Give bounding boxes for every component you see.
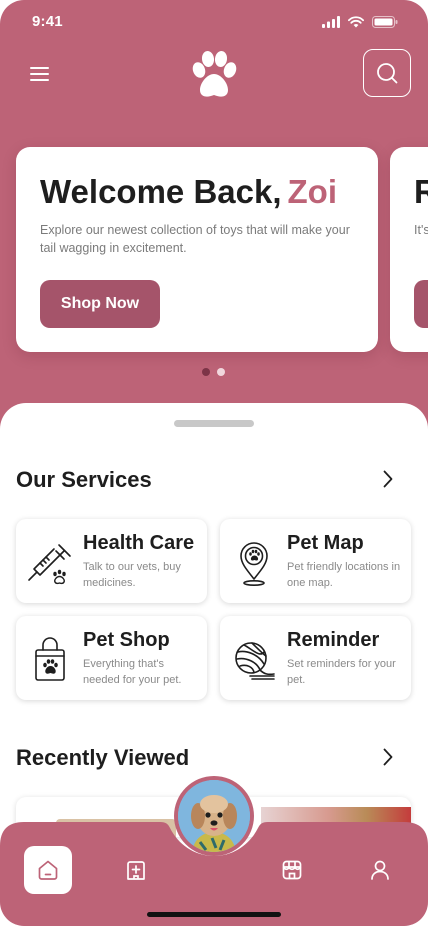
nav-shop[interactable] bbox=[268, 846, 316, 894]
services-section-title: Our Services bbox=[16, 467, 152, 492]
card-description-partial: It's su bbox=[414, 223, 428, 237]
wifi-icon bbox=[348, 16, 364, 28]
user-icon bbox=[371, 860, 389, 880]
chevron-right-icon bbox=[383, 748, 393, 766]
carousel-dot[interactable] bbox=[217, 368, 225, 376]
service-card-pet-shop[interactable]: Pet Shop Everything that's needed for yo… bbox=[16, 616, 207, 700]
status-time: 9:41 bbox=[32, 13, 63, 30]
yarn-ball-icon bbox=[235, 642, 275, 680]
map-pin-paw-icon bbox=[240, 542, 268, 586]
welcome-text: Welcome Back, bbox=[40, 173, 282, 210]
search-button[interactable] bbox=[363, 49, 411, 97]
shop-now-button[interactable]: Shop Now bbox=[40, 280, 160, 328]
hamburger-menu-icon bbox=[30, 67, 49, 81]
store-icon bbox=[282, 860, 302, 880]
search-icon bbox=[377, 63, 398, 84]
service-card-health-care[interactable]: Health Care Talk to our vets, buy medici… bbox=[16, 519, 207, 603]
shopping-bag-paw-icon bbox=[35, 637, 65, 681]
card-description: Explore our newest collection of toys th… bbox=[40, 223, 350, 255]
nav-home[interactable] bbox=[24, 846, 72, 894]
carousel-indicator bbox=[202, 368, 225, 376]
card-title: Welcome Back, Zoi bbox=[40, 173, 337, 211]
service-title: Pet Shop bbox=[83, 629, 170, 651]
home-icon bbox=[38, 860, 58, 880]
sheet-drag-handle[interactable] bbox=[174, 420, 254, 427]
service-description: Set reminders for your pet. bbox=[287, 658, 396, 686]
service-title: Pet Map bbox=[287, 532, 364, 554]
service-description: Pet friendly locations in one map. bbox=[287, 561, 401, 589]
signal-icon bbox=[322, 16, 340, 28]
recent-see-all-button[interactable] bbox=[380, 746, 396, 768]
nav-profile-avatar[interactable] bbox=[174, 776, 254, 856]
medical-cross-icon bbox=[127, 861, 145, 880]
paw-logo-icon bbox=[192, 51, 237, 97]
services-see-all-button[interactable] bbox=[380, 468, 396, 490]
user-name: Zoi bbox=[287, 173, 337, 210]
service-card-reminder[interactable]: Reminder Set reminders for your pet. bbox=[220, 616, 411, 700]
menu-button[interactable] bbox=[26, 60, 54, 88]
service-description: Talk to our vets, buy medicines. bbox=[83, 561, 181, 589]
chevron-right-icon bbox=[383, 470, 393, 488]
top-app-bar bbox=[0, 46, 428, 102]
app-screen: 9:41 Welcome Back, Zoi Explore our newes… bbox=[0, 0, 428, 926]
card-button-partial[interactable] bbox=[414, 280, 428, 328]
nav-health[interactable] bbox=[112, 846, 160, 894]
service-card-pet-map[interactable]: Pet Map Pet friendly locations in one ma… bbox=[220, 519, 411, 603]
service-title: Reminder bbox=[287, 629, 380, 651]
service-description: Everything that's needed for your pet. bbox=[83, 658, 182, 686]
service-title: Health Care bbox=[83, 532, 195, 554]
dog-avatar bbox=[178, 780, 250, 852]
carousel-dot-active[interactable] bbox=[202, 368, 210, 376]
syringe-icon bbox=[28, 544, 71, 585]
battery-icon bbox=[372, 16, 398, 28]
home-indicator[interactable] bbox=[147, 912, 281, 917]
status-bar: 9:41 bbox=[0, 0, 428, 46]
promo-card[interactable]: Welcome Back, Zoi Explore our newest coll… bbox=[16, 147, 378, 352]
promo-card-next[interactable]: R It's su bbox=[390, 147, 428, 352]
card-title-partial: R bbox=[414, 173, 428, 210]
nav-account[interactable] bbox=[356, 846, 404, 894]
status-icons bbox=[322, 16, 398, 28]
recent-section-title: Recently Viewed bbox=[16, 745, 190, 770]
